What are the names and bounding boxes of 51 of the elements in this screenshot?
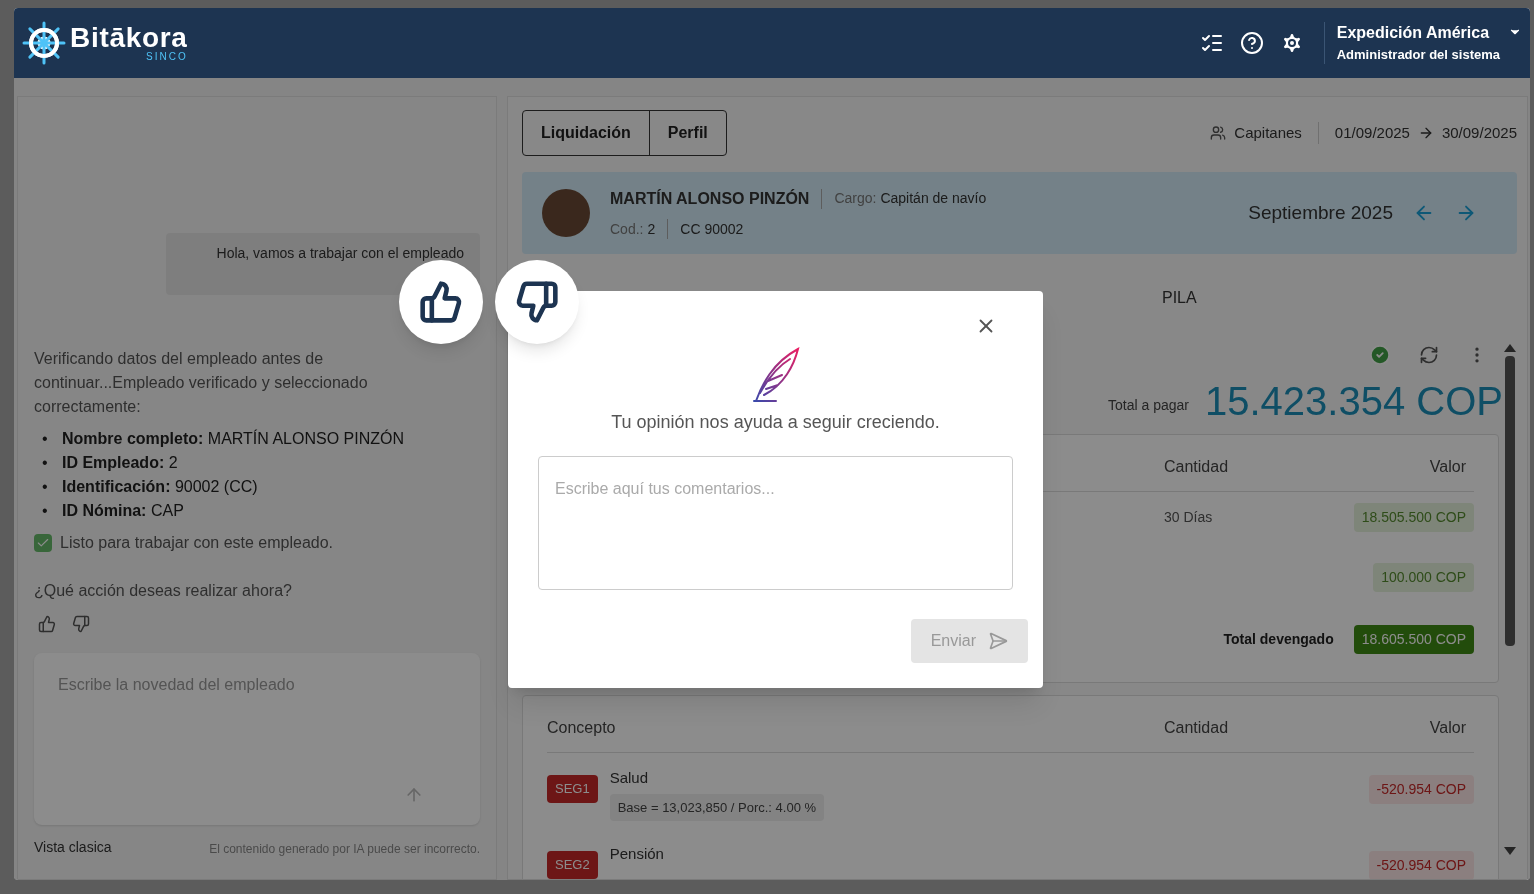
code-badge: SEG2	[547, 851, 598, 879]
quantity-cell: 30 Días	[1164, 509, 1213, 525]
column-header: Concepto	[547, 718, 617, 738]
employee-name: MARTÍN ALONSO PINZÓN	[610, 188, 810, 209]
concept-name: Pensión	[609, 844, 665, 864]
cargo-label: Cargo:	[834, 189, 877, 208]
cargo-value: Capitán de navío	[880, 189, 987, 208]
group-label: Capitanes	[1234, 122, 1302, 143]
bullet: •	[42, 501, 49, 521]
bullet: •	[42, 429, 49, 449]
employee-detail: ID Empleado: 2	[62, 453, 178, 473]
total-earned-chip: 18.605.500 COP	[1353, 624, 1474, 654]
total-label: Total a pagar	[1108, 395, 1189, 415]
view-tab[interactable]: Liquidación	[523, 111, 649, 155]
employee-detail: ID Nómina: CAP	[62, 501, 184, 521]
assistant-message: Verificando datos del empleado antes de continuar...Empleado verificado y seleccionado correctamente:	[34, 349, 369, 417]
total-earned-label: Total devengado	[1223, 629, 1334, 649]
column-header: Valor	[1428, 718, 1467, 738]
input-placeholder: Escribe la novedad del empleado	[58, 675, 296, 695]
bullet: •	[42, 453, 49, 473]
employee-detail: Identificación: 90002 (CC)	[62, 477, 258, 497]
classic-view-link[interactable]: Vista clasica	[34, 837, 112, 858]
employee-detail: Nombre completo: MARTÍN ALONSO PINZÓN	[62, 428, 404, 449]
question-text: ¿Qué acción deseas realizar ahora?	[34, 581, 293, 601]
brand-subtitle: SINCO	[146, 52, 188, 62]
value-chip: 18.505.500 COP	[1353, 502, 1474, 532]
column-header: Valor	[1428, 457, 1467, 477]
column-header: Cantidad	[1164, 457, 1230, 477]
column-header: Cantidad	[1164, 718, 1230, 738]
ai-disclaimer: El contenido generado por IA puede ser incorrecto.	[209, 841, 480, 858]
ready-text: Listo para trabajar con este empleado.	[60, 533, 334, 553]
value-chip: 100.000 COP	[1373, 562, 1474, 592]
section-tab[interactable]: PILA	[1162, 286, 1197, 310]
account-menu[interactable]: Expedición América Administrador del sistema	[1336, 21, 1522, 65]
comments-field[interactable]: Escribe aquí tus comentarios...	[538, 456, 1013, 590]
code-badge: SEG1	[547, 775, 598, 803]
document-number: CC 90002	[680, 219, 744, 239]
date-from: 01/09/2025	[1334, 122, 1410, 143]
deduction-chip: -520.954 COP	[1368, 851, 1474, 879]
cod-label: Cod.:	[610, 219, 644, 239]
date-to: 30/09/2025	[1441, 122, 1517, 143]
view-tab[interactable]: Perfil	[648, 111, 726, 155]
brand-name: Bitākora	[70, 24, 188, 52]
deduction-chip: -520.954 COP	[1368, 775, 1474, 804]
period-label: Septiembre 2025	[1248, 200, 1393, 225]
total-amount: 15.423.354 COP	[1205, 378, 1503, 424]
dialog-message: Tu opinión nos ayuda a seguir creciendo.	[611, 411, 940, 434]
concept-name: Salud	[609, 768, 650, 788]
bullet: •	[42, 477, 49, 497]
cod-value: 2	[647, 219, 656, 239]
concept-detail: Base = 13,023,850 / Porc.: 4.00 %	[609, 793, 825, 821]
